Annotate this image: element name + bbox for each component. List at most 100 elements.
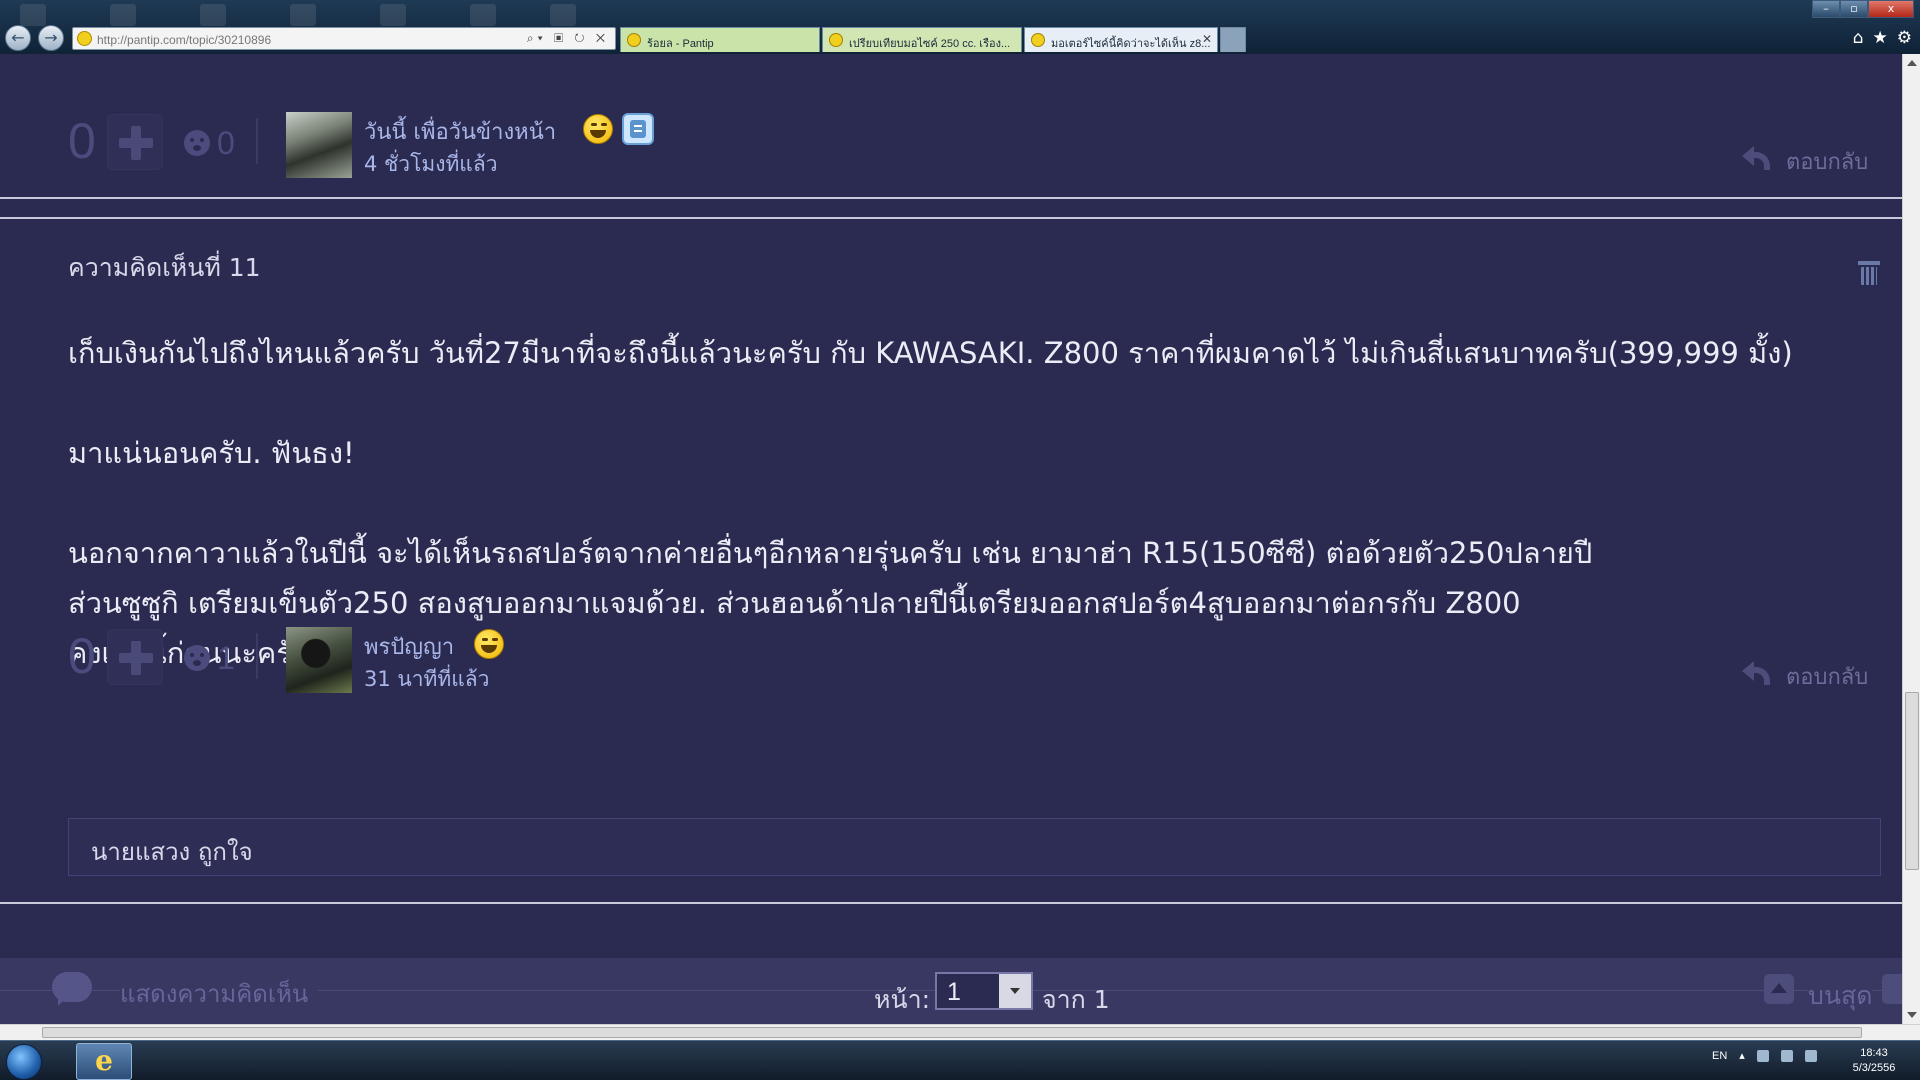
emotion-count: 1	[217, 640, 235, 676]
section-divider	[0, 217, 1902, 219]
desktop-icon-strip	[380, 4, 406, 26]
author-name[interactable]: วันนี้ เพื่อวันข้างหน้า	[364, 114, 556, 149]
tray-expand-icon[interactable]: ▴	[1739, 1049, 1745, 1062]
internet-explorer-taskbar-icon[interactable]: e	[76, 1043, 132, 1080]
scroll-top-link[interactable]: บนสุด	[1808, 976, 1873, 1016]
forward-button[interactable]: →	[38, 25, 64, 51]
browser-tab-3-active[interactable]: มอเตอร์ไซค์นี้คิดว่าจะได้เห็น z8... ✕	[1024, 27, 1218, 52]
trash-icon[interactable]	[1858, 258, 1880, 286]
desktop-icon-strip	[200, 4, 226, 26]
window-controls: – ▫ x	[1812, 0, 1914, 18]
new-tab-button[interactable]	[1220, 27, 1246, 52]
tab-favicon-icon	[1031, 33, 1045, 47]
clock-date: 5/3/2556	[1852, 1062, 1896, 1074]
reply-label: ตอบกลับ	[1786, 150, 1869, 175]
vote-score: 0	[68, 113, 96, 169]
browser-toolbar: ← → http://pantip.com/topic/30210896 ⌕▾ …	[0, 0, 1920, 54]
comment-body: เก็บเงินกันไปถึงไหนแล้วครับ วันที่27มีนา…	[68, 328, 1898, 678]
desktop-icon-strip	[550, 4, 576, 26]
comment-bubble-icon[interactable]	[52, 972, 92, 1006]
forward-arrow-icon: →	[44, 28, 58, 47]
address-bar[interactable]: http://pantip.com/topic/30210896 ⌕▾ ▣ ↻ …	[72, 27, 616, 50]
avatar[interactable]	[286, 112, 352, 178]
site-favicon-icon	[77, 31, 92, 46]
clock-time: 18:43	[1860, 1047, 1888, 1059]
divider	[256, 118, 258, 164]
author-name[interactable]: พรปัญญา	[364, 629, 454, 664]
smiley-badge-icon	[474, 629, 504, 659]
settings-gear-icon[interactable]: ⚙	[1897, 28, 1912, 48]
desktop-icon-strip	[110, 4, 136, 26]
browser-right-tools: ⌂ ★ ⚙	[1853, 28, 1912, 48]
tab-title: เปรียบเทียบมอไซค์ 250 cc. เรือง...	[849, 38, 1011, 50]
language-indicator[interactable]: EN	[1712, 1050, 1727, 1062]
favorites-star-icon[interactable]: ★	[1873, 28, 1888, 48]
minimize-button[interactable]: –	[1812, 0, 1840, 18]
vertical-scrollbar[interactable]	[1902, 54, 1920, 1024]
comment-paragraph: เก็บเงินกันไปถึงไหนแล้วครับ วันที่27มีนา…	[68, 336, 1793, 370]
plus-vote-button[interactable]	[107, 629, 163, 685]
section-divider	[0, 902, 1902, 904]
close-window-button[interactable]: x	[1868, 0, 1914, 18]
tab-title: ร้อยล - Pantip	[647, 38, 714, 50]
browser-tab-2[interactable]: เปรียบเทียบมอไซค์ 250 cc. เรือง...	[822, 27, 1022, 52]
page-label: หน้า:	[874, 985, 931, 1014]
address-tools[interactable]: ⌕▾ ▣ ↻ ✕	[527, 31, 609, 46]
back-arrow-icon: ←	[11, 28, 25, 47]
start-button[interactable]	[6, 1044, 42, 1080]
member-badge-icon	[622, 113, 654, 145]
clock[interactable]: 18:43 5/3/2556	[1844, 1046, 1904, 1076]
tab-close-icon[interactable]: ✕	[1202, 32, 1212, 46]
scroll-up-arrow-icon[interactable]	[1907, 60, 1917, 66]
back-button[interactable]: ←	[5, 25, 31, 51]
scrollbar-thumb[interactable]	[1905, 692, 1919, 870]
home-icon[interactable]: ⌂	[1853, 28, 1864, 48]
comment-title: ความคิดเห็นที่ 11	[68, 253, 261, 282]
add-comment-link[interactable]: แสดงความคิดเห็น	[120, 974, 319, 1013]
chevron-down-icon[interactable]	[999, 974, 1031, 1008]
desktop-icon-strip	[290, 4, 316, 26]
tab-favicon-icon	[829, 33, 843, 47]
horizontal-scrollbar[interactable]	[0, 1024, 1920, 1040]
plus-vote-button[interactable]	[107, 114, 163, 170]
scrollbar-thumb[interactable]	[42, 1027, 1862, 1038]
action-center-flag-icon[interactable]	[1780, 1049, 1793, 1062]
reply-arrow-icon	[1742, 659, 1770, 685]
comment-paragraph: ส่วนซูซูกิ เตรียมเข็นตัว250 สองสูบออกมาแ…	[68, 586, 1521, 620]
page-select[interactable]: 1	[935, 972, 1033, 1010]
smiley-badge-icon	[583, 114, 613, 144]
page-content: 0 0 วันนี้ เพื่อวันข้างหน้า 4 ชั่วโมงที่…	[0, 54, 1902, 1024]
reply-button[interactable]: ตอบกลับ	[1742, 659, 1868, 694]
page-select-value: 1	[947, 978, 961, 1006]
scroll-down-icon[interactable]	[1882, 974, 1902, 1004]
volume-icon[interactable]	[1756, 1049, 1769, 1062]
liked-by-text[interactable]: นายแสวง ถูกใจ	[91, 838, 253, 866]
system-tray: EN ▴	[1712, 1049, 1817, 1062]
network-icon[interactable]	[1804, 1049, 1817, 1062]
browser-tab-1[interactable]: ร้อยล - Pantip	[620, 27, 820, 52]
desktop-icon-strip	[470, 4, 496, 26]
post-time: 4 ชั่วโมงที่แล้ว	[364, 152, 498, 176]
scroll-top-icon[interactable]	[1764, 974, 1794, 1004]
emotion-icon[interactable]	[184, 645, 210, 671]
section-divider	[0, 197, 1902, 199]
emotion-icon[interactable]	[184, 130, 210, 156]
scroll-down-arrow-icon[interactable]	[1907, 1012, 1917, 1018]
reply-button[interactable]: ตอบกลับ	[1742, 144, 1868, 179]
maximize-button[interactable]: ▫	[1840, 0, 1868, 18]
desktop-icon-strip	[20, 4, 46, 26]
comment-paragraph: มาแน่นอนครับ. ฟันธง!	[68, 436, 355, 470]
comment-paragraph: นอกจากคาวาแล้วในปีนี้ จะได้เห็นรถสปอร์ตจ…	[68, 536, 1593, 570]
post-time: 31 นาทีที่แล้ว	[364, 667, 490, 691]
taskbar: e EN ▴ 18:43 5/3/2556	[0, 1040, 1920, 1080]
avatar[interactable]	[286, 627, 352, 693]
page-total: จาก 1	[1042, 985, 1110, 1014]
reply-label: ตอบกลับ	[1786, 665, 1869, 690]
liked-by-box: นายแสวง ถูกใจ	[68, 818, 1881, 876]
vote-score: 0	[68, 628, 96, 684]
address-url[interactable]: http://pantip.com/topic/30210896	[97, 33, 271, 47]
tab-favicon-icon	[627, 33, 641, 47]
emotion-count: 0	[217, 125, 235, 161]
